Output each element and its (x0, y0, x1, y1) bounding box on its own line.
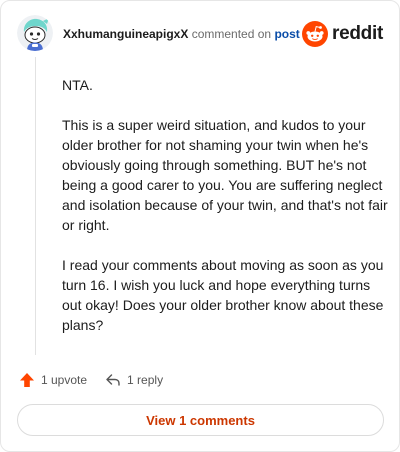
upvote-count: 1 upvote (41, 373, 88, 387)
reddit-logo[interactable]: reddit (302, 21, 383, 47)
thread-line (35, 57, 36, 355)
reply-arrow-icon (106, 374, 120, 386)
comment-actions: 1 upvote 1 reply (19, 370, 163, 390)
comment-paragraph: I read your comments about moving as soo… (62, 257, 384, 333)
comment-body: NTA. This is a super weird situation, an… (62, 75, 388, 355)
username-link[interactable]: XxhumanguineapigxX (63, 27, 188, 41)
upvote-button[interactable]: 1 upvote (19, 372, 87, 388)
reddit-wordmark: reddit (332, 23, 383, 44)
snoo-avatar-icon (17, 15, 53, 51)
comment-card: XxhumanguineapigxX commented on post red… (0, 0, 400, 452)
user-avatar[interactable] (17, 15, 53, 51)
comment-paragraph: NTA. (62, 77, 93, 93)
comment-header: XxhumanguineapigxX commented on post red… (17, 15, 383, 53)
commented-on-text: commented on (191, 27, 272, 41)
reply-button[interactable]: 1 reply (105, 372, 163, 388)
upvote-arrow-icon (20, 373, 34, 387)
view-comments-button[interactable]: View 1 comments (17, 404, 384, 436)
post-link[interactable]: post (274, 27, 299, 41)
reddit-snoo-icon (302, 21, 329, 47)
comment-meta: XxhumanguineapigxX commented on post (63, 27, 300, 41)
comment-paragraph: This is a super weird situation, and kud… (62, 117, 388, 233)
reply-count: 1 reply (127, 373, 164, 387)
